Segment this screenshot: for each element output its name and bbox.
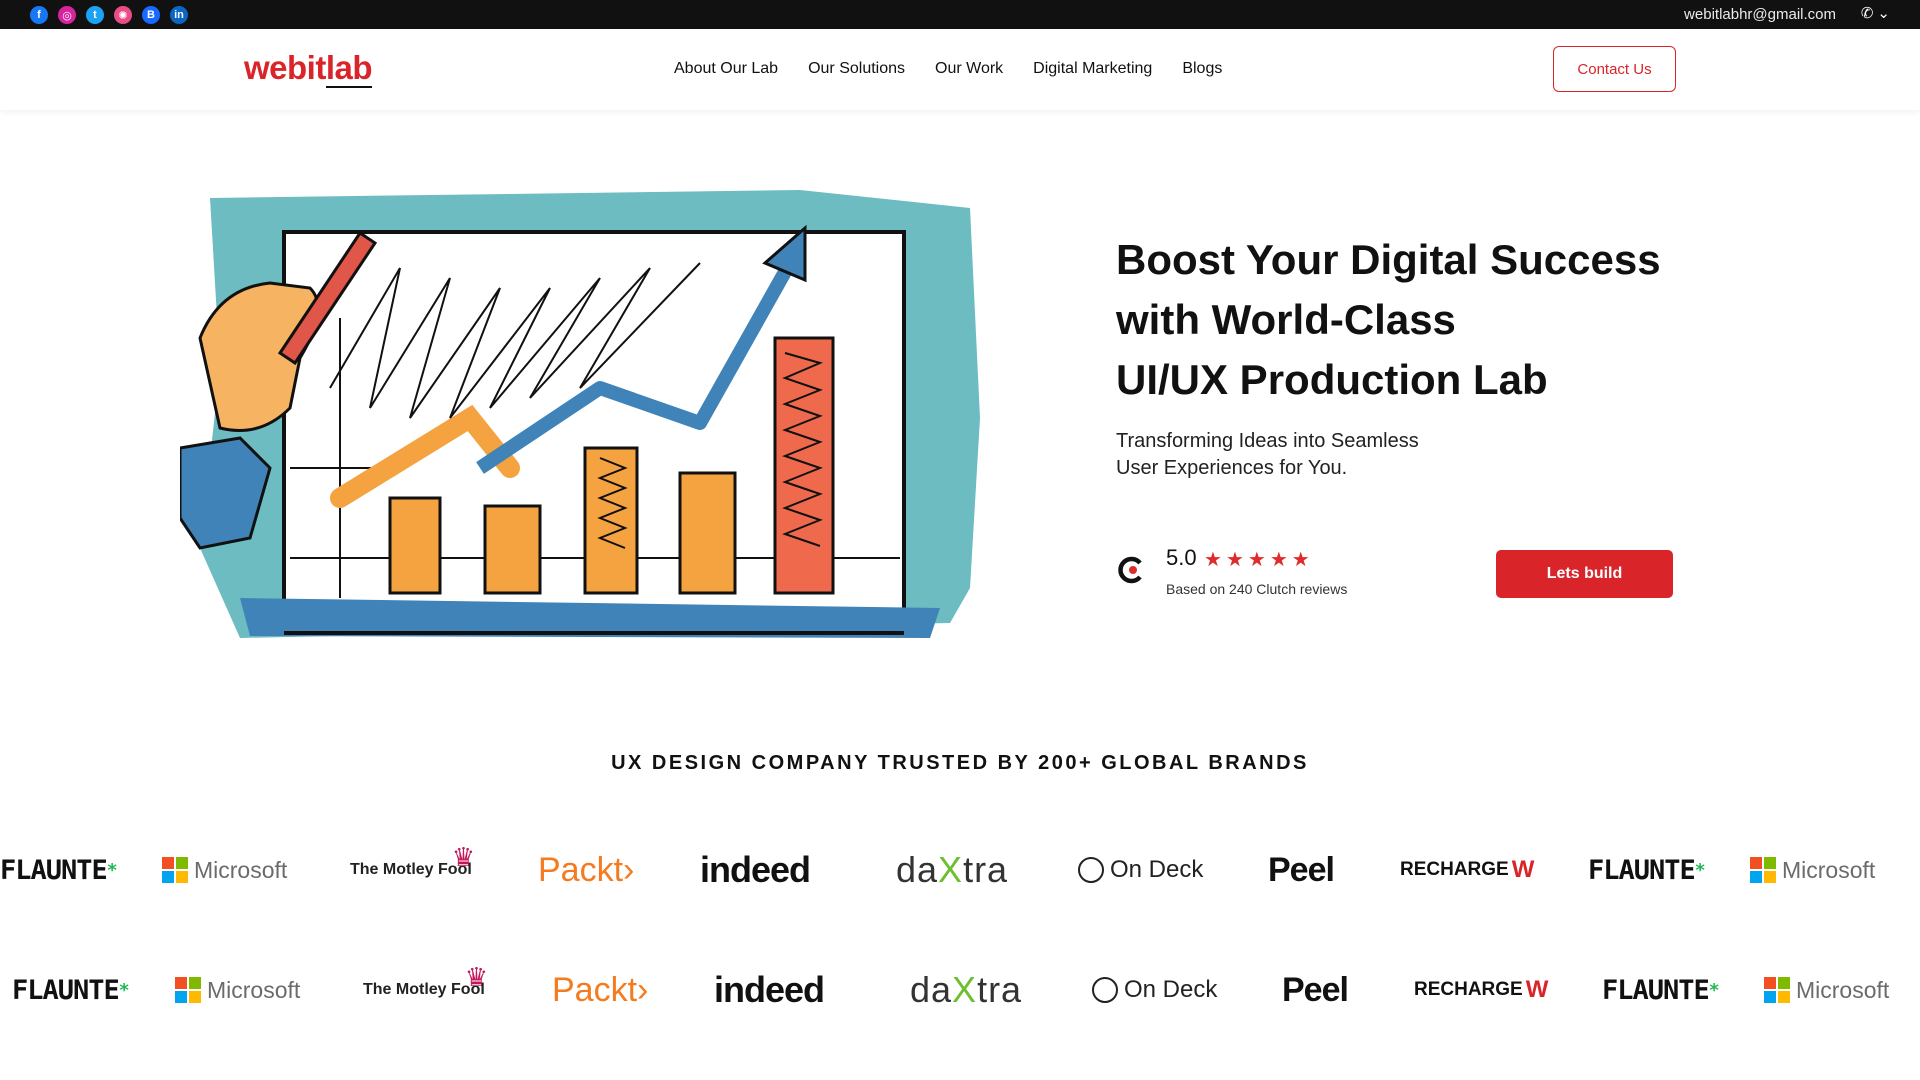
indeed-logo: indeed [714,969,825,1010]
recharge-logo: RECHARGE W [1400,856,1535,883]
phone-icon: ✆ [1860,5,1874,22]
facebook-icon[interactable]: f [30,6,48,24]
brand-logos-row: FLAUNTE * Microsoft The Motley Fool ♛ Pack… [0,960,1920,1020]
motley-fool-logo: The Motley Fool ♛ [350,841,476,879]
star-icon: ★ [1225,549,1244,571]
daxtra-logo: da Xtra [896,849,1009,890]
phone-menu[interactable]: ✆ ⌄ [1861,4,1890,22]
peel-logo: Peel [1282,970,1349,1009]
ondeck-logo: On Deck [1092,960,1217,1020]
rating-caption: Based on 240 Clutch reviews [1166,581,1348,597]
star-icon: ★ [1291,549,1310,571]
nav-item-our-work[interactable]: Our Work [935,60,1003,78]
nav-menu: About Our Lab Our Solutions Our Work Dig… [674,60,1252,78]
behance-icon[interactable]: B [142,6,160,24]
contact-email[interactable]: webitlabhr@gmail.com [1684,6,1836,23]
dribbble-icon[interactable]: ✺ [114,6,132,24]
nav-item-solutions[interactable]: Our Solutions [808,60,905,78]
main-navbar: webitlab About Our Lab Our Solutions Our… [0,29,1920,110]
flaunte-logo: FLAUNTE * [0,854,118,886]
star-icon: ★ [1269,549,1288,571]
hero-illustration [178,168,990,668]
hero-title: Boost Your Digital Success with World-Cl… [1116,230,1716,410]
logo-text: webit [244,49,326,86]
ondeck-icon [1078,857,1104,883]
recharge-logo: RECHARGE W [1414,976,1549,1003]
hero-subtitle: Transforming Ideas into Seamless User Ex… [1116,428,1496,482]
hero-subtitle-line-1: Transforming Ideas into Seamless [1116,430,1419,452]
microsoft-icon [175,977,201,1003]
microsoft-icon [1764,977,1790,1003]
hero-title-line-1: Boost Your Digital Success [1116,236,1661,283]
twitter-icon[interactable]: t [86,6,104,24]
flaunte-logo: FLAUNTE * [12,974,130,1006]
linkedin-icon[interactable]: in [170,6,188,24]
star-icon: ★ [1247,549,1266,571]
lets-build-button[interactable]: Lets build [1496,550,1673,598]
microsoft-icon [1750,857,1776,883]
nav-item-blogs[interactable]: Blogs [1182,60,1222,78]
contact-us-button[interactable]: Contact Us [1553,46,1676,92]
ondeck-icon [1092,977,1118,1003]
social-links: f ◎ t ✺ B in [30,6,188,24]
packt-logo: Packt › [538,850,635,889]
logo-text-accent: lab [325,49,373,88]
instagram-icon[interactable]: ◎ [58,6,76,24]
nav-item-digital-marketing[interactable]: Digital Marketing [1033,60,1152,78]
hero-subtitle-line-2: User Experiences for You. [1116,457,1348,479]
hero-title-line-3: UI/UX Production Lab [1116,356,1548,403]
microsoft-logo: Microsoft [162,840,287,900]
rating-stars: ★ ★ ★ ★ ★ [1204,547,1310,572]
star-icon: ★ [1204,549,1222,571]
peel-logo: Peel [1268,850,1335,889]
packt-logo: Packt › [552,970,649,1009]
chevron-down-icon: ⌄ [1877,5,1890,22]
motley-fool-logo: The Motley Fool ♛ [363,961,489,999]
clutch-logo-icon [1118,556,1142,584]
top-bar: f ◎ t ✺ B in webitlabhr@gmail.com ✆ ⌄ [0,0,1920,29]
hero-title-line-2: with World-Class [1116,296,1456,343]
clutch-rating[interactable]: 5.0 ★ ★ ★ ★ ★ Based on 240 Clutch review… [1116,545,1416,605]
indeed-logo: indeed [700,849,811,890]
microsoft-icon [162,857,188,883]
microsoft-logo: Microsoft [1750,840,1875,900]
rating-score: 5.0 [1166,545,1197,570]
flaunte-logo: FLAUNTE * [1588,854,1706,886]
ondeck-logo: On Deck [1078,840,1203,900]
daxtra-logo: da Xtra [910,969,1023,1010]
flaunte-logo: FLAUNTE * [1602,974,1720,1006]
brands-heading: UX DESIGN COMPANY TRUSTED BY 200+ GLOBAL… [611,752,1309,774]
brand-logos-row: FLAUNTE * Microsoft The Motley Fool ♛ Pack… [0,840,1920,900]
site-logo[interactable]: webitlab [244,49,373,88]
microsoft-logo: Microsoft [1764,960,1889,1020]
microsoft-logo: Microsoft [175,960,300,1020]
nav-item-about[interactable]: About Our Lab [674,60,778,78]
